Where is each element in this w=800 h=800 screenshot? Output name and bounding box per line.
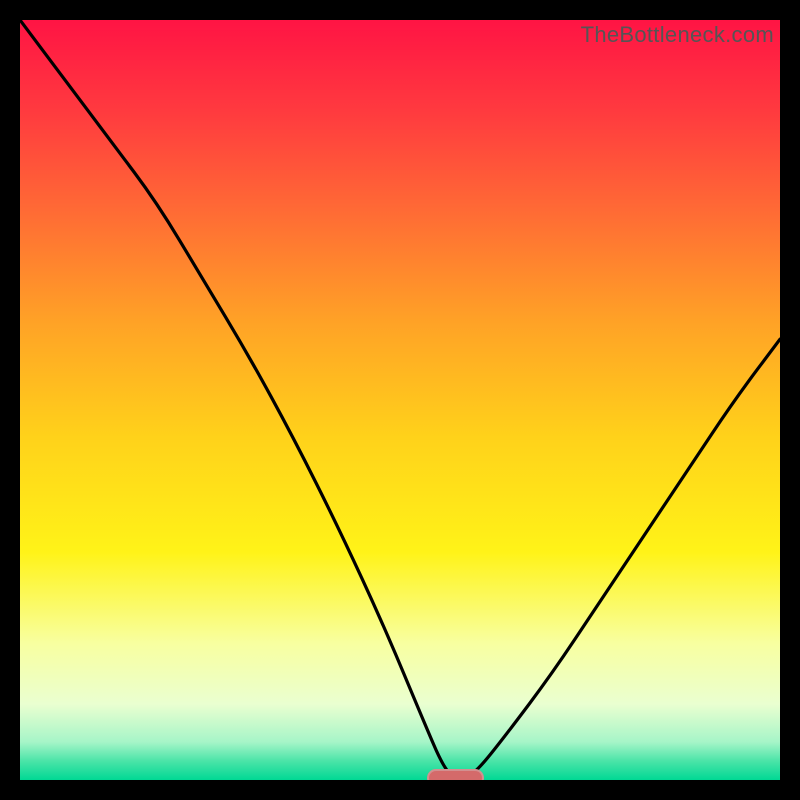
bottleneck-curve (20, 20, 780, 780)
plot-area: TheBottleneck.com (20, 20, 780, 780)
chart-frame: TheBottleneck.com (0, 0, 800, 800)
optimal-marker (427, 769, 484, 780)
